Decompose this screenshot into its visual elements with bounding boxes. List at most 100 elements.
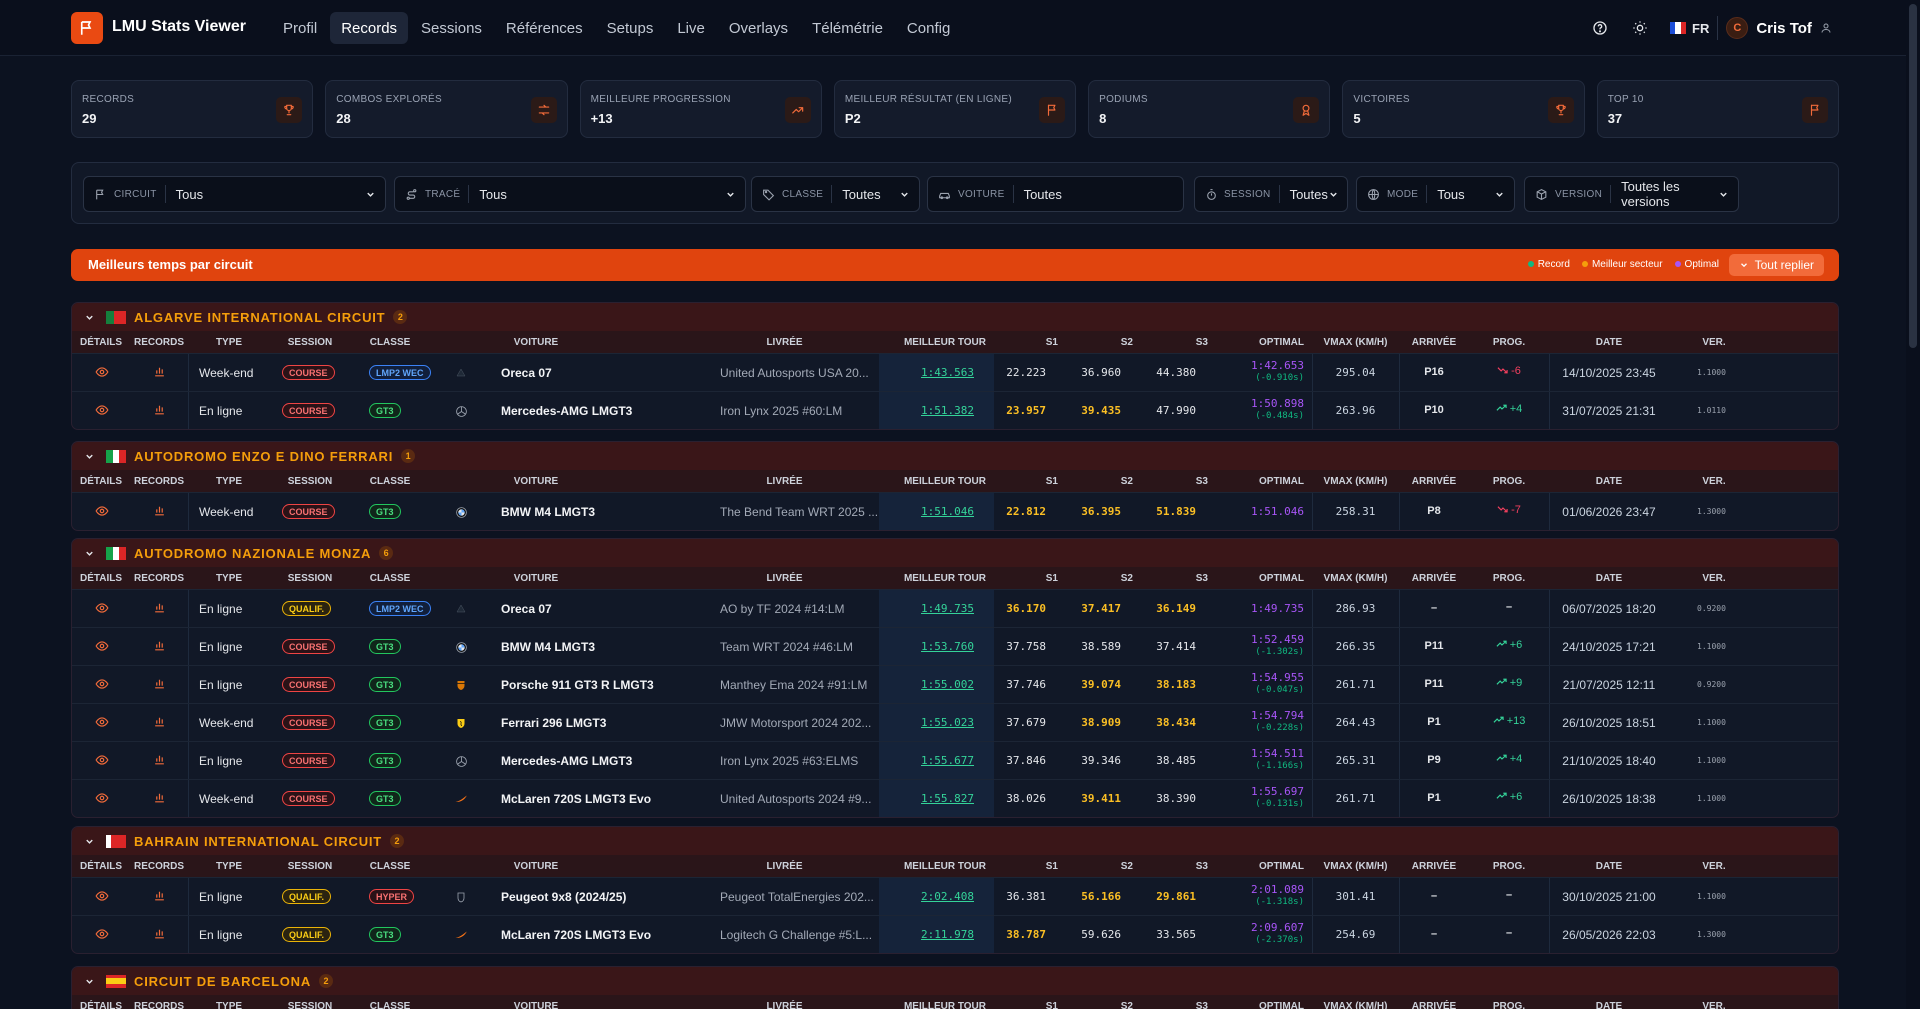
column-header[interactable]: DÉTAILS: [72, 861, 130, 872]
column-header[interactable]: SESSION: [270, 1001, 350, 1009]
column-header[interactable]: DÉTAILS: [72, 337, 130, 348]
column-header[interactable]: VMAX (KM/H): [1312, 573, 1399, 584]
column-header[interactable]: MEILLEUR TOUR: [879, 337, 994, 348]
details-button[interactable]: [95, 639, 109, 656]
table-row[interactable]: En ligne COURSE GT3 Porsche 911 GT3 R LM…: [72, 665, 1838, 703]
nav-config[interactable]: Config: [896, 12, 961, 44]
table-row[interactable]: Week-end COURSE GT3 BMW M4 LMGT3 The Ben…: [72, 492, 1838, 530]
records-chart-button[interactable]: [153, 889, 166, 905]
records-chart-button[interactable]: [153, 677, 166, 693]
column-header[interactable]: DÉTAILS: [72, 476, 130, 487]
best-lap[interactable]: 1:55.677: [921, 754, 974, 767]
column-header[interactable]: S2: [1066, 861, 1141, 872]
column-header[interactable]: S1: [994, 476, 1066, 487]
column-header[interactable]: RECORDS: [130, 573, 188, 584]
nav-references[interactable]: Références: [495, 12, 594, 44]
column-header[interactable]: VMAX (KM/H): [1312, 476, 1399, 487]
column-header[interactable]: DÉTAILS: [72, 573, 130, 584]
circuit-header[interactable]: CIRCUIT DE BARCELONA 2: [72, 967, 1838, 995]
details-button[interactable]: [95, 403, 109, 420]
column-header[interactable]: SESSION: [270, 476, 350, 487]
column-header[interactable]: S2: [1066, 1001, 1141, 1009]
help-button[interactable]: [1586, 14, 1614, 42]
best-lap[interactable]: 1:55.827: [921, 792, 974, 805]
details-button[interactable]: [95, 791, 109, 808]
column-header[interactable]: ARRIVÉE: [1399, 1001, 1469, 1009]
table-row[interactable]: Week-end COURSE GT3 McLaren 720S LMGT3 E…: [72, 779, 1838, 817]
column-header[interactable]: PROG.: [1469, 1001, 1549, 1009]
chevron-down-icon[interactable]: [84, 451, 96, 462]
column-header[interactable]: CLASSE: [350, 337, 430, 348]
best-lap[interactable]: 1:49.735: [921, 602, 974, 615]
best-lap[interactable]: 1:51.382: [921, 404, 974, 417]
table-row[interactable]: Week-end COURSE LMP2 WEC Oreca 07 United…: [72, 353, 1838, 391]
trace-filter[interactable]: TRACÉ Tous: [394, 176, 746, 212]
column-header[interactable]: DATE: [1549, 1001, 1669, 1009]
column-header[interactable]: DATE: [1549, 476, 1669, 487]
column-header[interactable]: DATE: [1549, 337, 1669, 348]
best-lap[interactable]: 1:43.563: [921, 366, 974, 379]
table-row[interactable]: En ligne QUALIF. LMP2 WEC Oreca 07 AO by…: [72, 589, 1838, 627]
details-button[interactable]: [95, 601, 109, 618]
column-header[interactable]: S2: [1066, 337, 1141, 348]
details-button[interactable]: [95, 889, 109, 906]
column-header[interactable]: SESSION: [270, 573, 350, 584]
details-button[interactable]: [95, 677, 109, 694]
column-header[interactable]: PROG.: [1469, 476, 1549, 487]
column-header[interactable]: PROG.: [1469, 573, 1549, 584]
circuit-header[interactable]: ALGARVE INTERNATIONAL CIRCUIT 2: [72, 303, 1838, 331]
column-header[interactable]: TYPE: [188, 861, 270, 872]
chevron-down-icon[interactable]: [84, 312, 96, 323]
column-header[interactable]: ARRIVÉE: [1399, 476, 1469, 487]
records-chart-button[interactable]: [153, 639, 166, 655]
column-header[interactable]: VER.: [1669, 861, 1759, 872]
nav-sessions[interactable]: Sessions: [410, 12, 493, 44]
records-chart-button[interactable]: [153, 601, 166, 617]
best-lap[interactable]: 1:53.760: [921, 640, 974, 653]
details-button[interactable]: [95, 504, 109, 521]
details-button[interactable]: [95, 715, 109, 732]
column-header[interactable]: S1: [994, 1001, 1066, 1009]
scrollbar-thumb[interactable]: [1909, 4, 1917, 348]
column-header[interactable]: ARRIVÉE: [1399, 337, 1469, 348]
column-header[interactable]: VOITURE: [430, 476, 642, 487]
chevron-down-icon[interactable]: [84, 976, 96, 987]
column-header[interactable]: OPTIMAL: [1216, 476, 1312, 487]
column-header[interactable]: S2: [1066, 573, 1141, 584]
column-header[interactable]: VMAX (KM/H): [1312, 337, 1399, 348]
records-chart-button[interactable]: [153, 791, 166, 807]
column-header[interactable]: OPTIMAL: [1216, 1001, 1312, 1009]
table-row[interactable]: Week-end COURSE GT3 Ferrari 296 LMGT3 JM…: [72, 703, 1838, 741]
column-header[interactable]: VOITURE: [430, 1001, 642, 1009]
column-header[interactable]: S3: [1141, 573, 1216, 584]
column-header[interactable]: DATE: [1549, 573, 1669, 584]
nav-overlays[interactable]: Overlays: [718, 12, 799, 44]
best-lap[interactable]: 1:55.023: [921, 716, 974, 729]
column-header[interactable]: S2: [1066, 476, 1141, 487]
column-header[interactable]: TYPE: [188, 573, 270, 584]
column-header[interactable]: RECORDS: [130, 861, 188, 872]
theme-toggle[interactable]: [1626, 14, 1654, 42]
nav-records[interactable]: Records: [330, 12, 409, 44]
column-header[interactable]: VER.: [1669, 1001, 1759, 1009]
column-header[interactable]: TYPE: [188, 476, 270, 487]
chevron-down-icon[interactable]: [84, 836, 96, 847]
table-row[interactable]: En ligne COURSE GT3 Mercedes-AMG LMGT3 I…: [72, 391, 1838, 429]
best-lap[interactable]: 1:55.002: [921, 678, 974, 691]
column-header[interactable]: VOITURE: [430, 573, 642, 584]
column-header[interactable]: RECORDS: [130, 476, 188, 487]
column-header[interactable]: VER.: [1669, 337, 1759, 348]
column-header[interactable]: RECORDS: [130, 337, 188, 348]
circuit-filter[interactable]: CIRCUIT Tous: [83, 176, 386, 212]
nav-profil[interactable]: Profil: [272, 12, 328, 44]
circuit-header[interactable]: AUTODROMO NAZIONALE MONZA 6: [72, 539, 1838, 567]
column-header[interactable]: CLASSE: [350, 1001, 430, 1009]
details-button[interactable]: [95, 753, 109, 770]
classe-filter[interactable]: CLASSE Toutes: [751, 176, 920, 212]
records-chart-button[interactable]: [153, 504, 166, 520]
column-header[interactable]: VER.: [1669, 573, 1759, 584]
column-header[interactable]: VOITURE: [430, 337, 642, 348]
nav-telemetrie[interactable]: Télémétrie: [801, 12, 894, 44]
records-chart-button[interactable]: [153, 753, 166, 769]
column-header[interactable]: S1: [994, 573, 1066, 584]
